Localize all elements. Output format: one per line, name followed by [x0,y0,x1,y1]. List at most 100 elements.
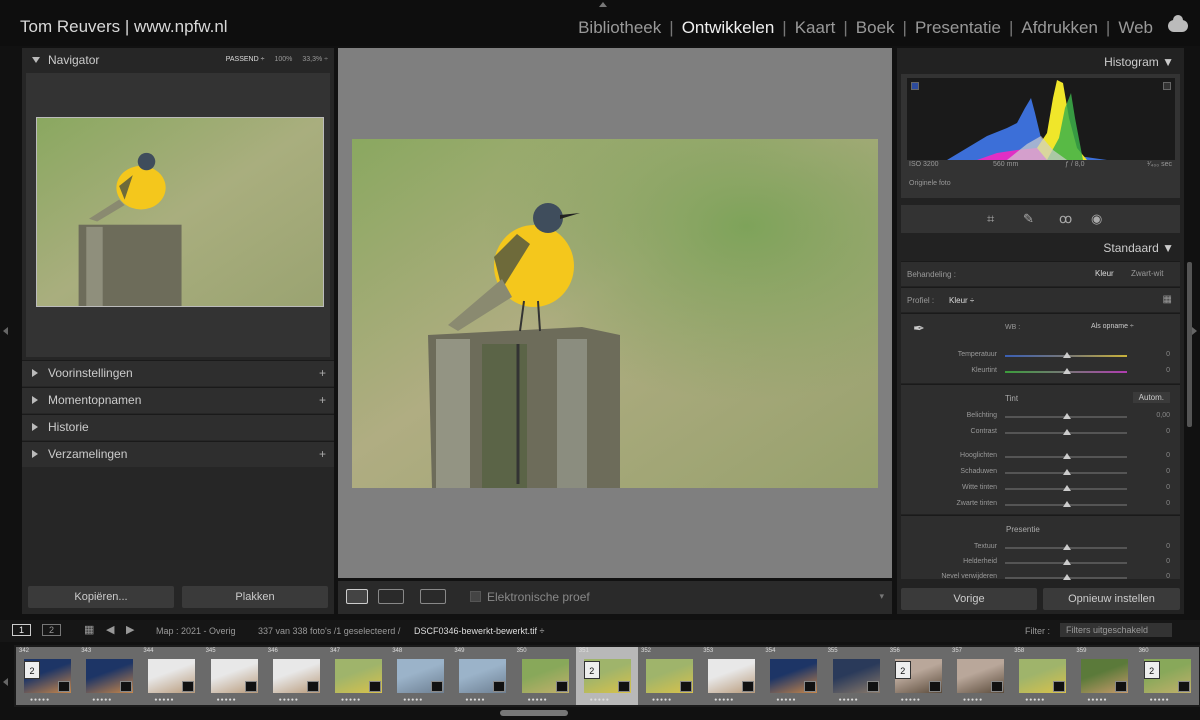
histogram-chart[interactable] [907,78,1175,160]
module-afdrukken[interactable]: Afdrukken [1020,18,1099,38]
wb-dropdown[interactable]: Als opname ÷ [1091,323,1134,330]
right-panel-scrollbar[interactable] [1187,262,1192,427]
star-rating[interactable]: ●●●●● [590,697,610,703]
navigator-header[interactable]: Navigator PASSEND ÷ 100% 33,3% ÷ [22,48,334,72]
slider-value[interactable]: 0 [1166,543,1170,550]
original-photo-toggle[interactable]: Originele foto [909,180,951,187]
film-thumbnail[interactable]: 351 2 ●●●●● [575,647,639,705]
star-rating[interactable]: ●●●●● [1087,697,1107,703]
film-thumbnail[interactable]: 343 ●●●●● [78,647,142,705]
filmstrip-left-icon[interactable] [3,678,8,686]
slider-thumb[interactable] [1063,544,1071,550]
mask-icon[interactable]: ◉ [1091,211,1102,227]
highlight-clipping-icon[interactable] [1163,82,1171,90]
slider-value[interactable]: 0 [1166,500,1170,507]
healing-icon[interactable]: ✎ [1023,211,1034,227]
zoom-100[interactable]: 100% [274,48,292,72]
module-presentatie[interactable]: Presentatie [914,18,1002,38]
film-thumbnail[interactable]: 353 ●●●●● [700,647,764,705]
cloud-icon[interactable] [1168,15,1188,32]
slider-thumb[interactable] [1063,368,1071,374]
redeye-icon[interactable]: ꝏ [1059,211,1072,227]
star-rating[interactable]: ●●●●● [528,697,548,703]
slider-value[interactable]: 0 [1166,351,1170,358]
star-rating[interactable]: ●●●●● [714,697,734,703]
forward-arrow-icon[interactable]: ▶ [126,623,134,636]
slider-value[interactable]: 0 [1166,452,1170,459]
slider-value[interactable]: 0 [1166,484,1170,491]
film-thumbnail[interactable]: 358 ●●●●● [1011,647,1075,705]
before-after-icon[interactable] [378,589,404,604]
loupe-view-icon[interactable] [346,589,368,604]
star-rating[interactable]: ●●●●● [776,697,796,703]
star-rating[interactable]: ●●●●● [154,697,174,703]
slider-value[interactable]: 0 [1166,428,1170,435]
film-thumbnail[interactable]: 360 2 ●●●●● [1135,647,1199,705]
current-filename[interactable]: DSCF0346-bewerkt-bewerkt.tif ÷ [414,626,544,636]
navigator-thumbnail[interactable] [36,117,324,307]
panel-section-voorinstellingen[interactable]: Voorinstellingen + [22,360,334,386]
soft-proof-checkbox[interactable] [470,591,481,602]
back-arrow-icon[interactable]: ◀ [106,623,114,636]
navigator-preview-area[interactable] [26,73,330,357]
slider-thumb[interactable] [1063,469,1071,475]
treatment-bw[interactable]: Zwart-wit [1131,269,1163,278]
star-rating[interactable]: ●●●●● [30,697,50,703]
slider-value[interactable]: 0 [1166,468,1170,475]
module-web[interactable]: Web [1117,18,1154,38]
film-thumbnail[interactable]: 359 ●●●●● [1073,647,1137,705]
module-ontwikkelen[interactable]: Ontwikkelen [681,18,776,38]
copy-settings-button[interactable]: Kopiëren... [28,586,174,608]
slider-value[interactable]: 0 [1166,558,1170,565]
stack-badge[interactable]: 2 [24,661,40,679]
film-thumbnail[interactable]: 345 ●●●●● [202,647,266,705]
add-icon[interactable]: + [319,442,326,466]
film-thumbnail[interactable]: 344 ●●●●● [140,647,204,705]
film-thumbnail[interactable]: 355 ●●●●● [824,647,888,705]
star-rating[interactable]: ●●●●● [839,697,859,703]
film-thumbnail[interactable]: 346 ●●●●● [264,647,328,705]
star-rating[interactable]: ●●●●● [465,697,485,703]
crop-icon[interactable]: ⌗ [987,211,994,227]
film-thumbnail[interactable]: 354 ●●●●● [762,647,826,705]
stack-badge[interactable]: 2 [583,661,600,679]
film-thumbnail[interactable]: 347 ●●●●● [327,647,390,705]
slider-thumb[interactable] [1063,485,1071,491]
collapse-top-icon[interactable] [599,2,607,7]
slider-thumb[interactable] [1063,501,1071,507]
star-rating[interactable]: ●●●●● [341,697,361,703]
filmstrip-scrollbar[interactable] [500,710,568,716]
film-thumbnail[interactable]: 356 2 ●●●●● [886,647,950,705]
module-bibliotheek[interactable]: Bibliotheek [577,18,662,38]
star-rating[interactable]: ●●●●● [652,697,672,703]
star-rating[interactable]: ●●●●● [92,697,112,703]
profile-dropdown[interactable]: Kleur ÷ [949,296,974,305]
add-icon[interactable]: + [319,361,326,385]
star-rating[interactable]: ●●●●● [403,697,423,703]
panel-section-verzamelingen[interactable]: Verzamelingen + [22,441,334,467]
main-photo[interactable] [352,139,878,488]
slider-thumb[interactable] [1063,574,1071,580]
primary-window-button[interactable]: 1 [12,624,32,636]
add-icon[interactable]: + [319,388,326,412]
auto-button[interactable]: Autom. [1132,392,1170,403]
stack-badge[interactable]: 2 [894,661,911,679]
profile-mode-dropdown[interactable]: Standaard ▼ [1103,241,1174,255]
image-canvas[interactable] [338,48,892,578]
slider-thumb[interactable] [1063,453,1071,459]
panel-section-historie[interactable]: Historie [22,414,334,440]
stack-badge[interactable]: 2 [1143,661,1160,679]
zoom-fit[interactable]: PASSEND ÷ [226,48,265,72]
shadow-clipping-icon[interactable] [911,82,919,90]
secondary-window-button[interactable]: 2 [42,624,62,636]
film-thumbnail[interactable]: 348 ●●●●● [389,647,453,705]
previous-button[interactable]: Vorige [901,588,1037,610]
module-boek[interactable]: Boek [855,18,896,38]
film-thumbnail[interactable]: 352 ●●●●● [638,647,701,705]
before-after-split-icon[interactable] [420,589,446,604]
star-rating[interactable]: ●●●●● [963,697,983,703]
film-thumbnail[interactable]: 357 ●●●●● [949,647,1012,705]
module-kaart[interactable]: Kaart [794,18,837,38]
slider-thumb[interactable] [1063,429,1071,435]
star-rating[interactable]: ●●●●● [279,697,299,703]
